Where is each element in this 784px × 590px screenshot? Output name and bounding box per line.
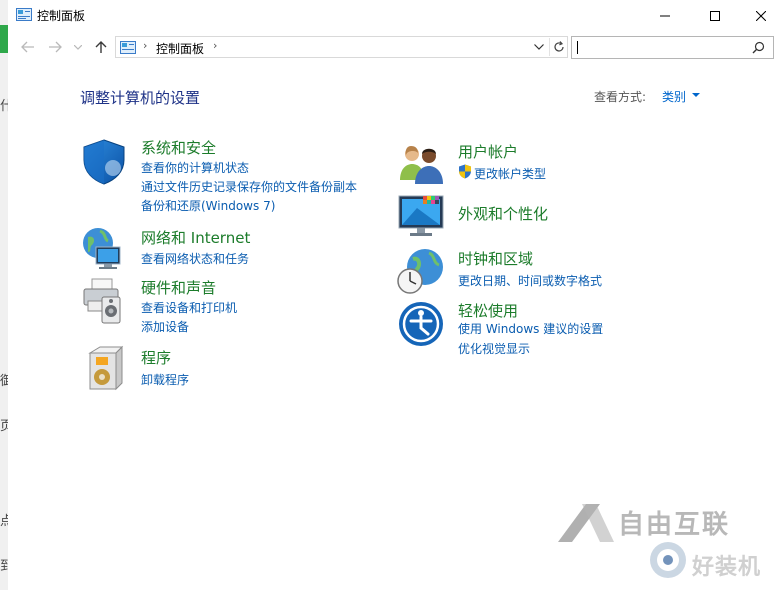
- background-window-edge: 什 御 页 点 到: [0, 0, 8, 590]
- recent-locations-button[interactable]: [72, 38, 84, 56]
- category-link[interactable]: 查看设备和打印机: [141, 299, 237, 316]
- category-title[interactable]: 网络和 Internet: [141, 227, 250, 248]
- network-globe-icon: [83, 228, 121, 269]
- title-bar[interactable]: 控制面板: [8, 0, 784, 31]
- maximize-icon: [710, 10, 720, 21]
- minimize-icon: [660, 15, 670, 16]
- background-window-glyph: 点: [0, 514, 8, 529]
- page-title: 调整计算机的设置: [80, 89, 201, 107]
- shield-icon: [83, 139, 125, 185]
- category-title[interactable]: 时钟和区域: [458, 248, 533, 269]
- close-icon: [756, 10, 766, 21]
- printer-speaker-icon: [83, 278, 121, 324]
- category-link[interactable]: 查看你的计算机状态: [141, 159, 249, 176]
- window-title: 控制面板: [37, 9, 86, 23]
- forward-arrow-icon: [49, 41, 62, 53]
- close-button[interactable]: [738, 0, 784, 31]
- back-button[interactable]: [19, 38, 37, 56]
- refresh-button[interactable]: [549, 38, 568, 56]
- background-window-glyph: 什: [0, 99, 8, 114]
- background-window-glyph: 页: [0, 419, 8, 434]
- text-caret: [577, 41, 578, 54]
- chevron-down-icon: [74, 44, 82, 50]
- breadcrumb-separator[interactable]: ›: [143, 39, 147, 52]
- category-title[interactable]: 程序: [141, 347, 171, 368]
- address-bar[interactable]: › 控制面板 ›: [115, 36, 568, 58]
- watermark-logo-icon: [650, 542, 686, 578]
- refresh-icon: [554, 41, 564, 52]
- background-window-glyph: 御: [0, 374, 8, 389]
- category-link[interactable]: 通过文件历史记录保存你的文件备份副本: [141, 178, 357, 195]
- minimize-button[interactable]: [642, 0, 688, 31]
- search-icon[interactable]: [752, 41, 765, 54]
- control-panel-app-icon: [16, 8, 32, 21]
- uac-shield-icon: [459, 164, 471, 179]
- category-link[interactable]: 更改日期、时间或数字格式: [458, 272, 602, 289]
- category-link[interactable]: 备份和还原(Windows 7): [141, 197, 275, 214]
- clock-globe-icon: [397, 249, 443, 294]
- up-arrow-icon: [95, 41, 107, 53]
- view-by-label: 查看方式:: [594, 90, 647, 104]
- category-title[interactable]: 系统和安全: [141, 137, 216, 158]
- category-link[interactable]: 卸载程序: [141, 371, 189, 388]
- control-panel-window: 控制面板 › 控制面板 › 调整计算机的设置 查看方式: 类别 系统和安全 查看…: [8, 0, 784, 590]
- category-title[interactable]: 外观和个性化: [458, 203, 548, 224]
- category-link[interactable]: 优化视觉显示: [458, 340, 530, 357]
- programs-icon: [88, 345, 124, 391]
- up-button[interactable]: [92, 38, 110, 56]
- watermark-text: 好装机: [692, 555, 762, 580]
- watermark-x-logo: [558, 504, 614, 542]
- category-link[interactable]: 添加设备: [141, 318, 189, 335]
- ease-of-access-icon: [399, 302, 443, 346]
- category-title[interactable]: 轻松使用: [458, 300, 518, 321]
- category-title[interactable]: 用户帐户: [458, 141, 518, 162]
- back-arrow-icon: [21, 41, 34, 53]
- category-link[interactable]: 使用 Windows 建议的设置: [458, 320, 603, 337]
- maximize-button[interactable]: [692, 0, 738, 31]
- breadcrumb-control-panel[interactable]: 控制面板: [156, 40, 204, 57]
- category-title[interactable]: 硬件和声音: [141, 277, 216, 298]
- chevron-down-icon: [534, 44, 544, 50]
- background-window-glyph: 到: [0, 559, 8, 574]
- monitor-palette-icon: [398, 195, 444, 236]
- view-by-dropdown-arrow-icon[interactable]: [692, 93, 700, 97]
- breadcrumb-separator[interactable]: ›: [213, 39, 217, 52]
- users-icon: [400, 146, 443, 184]
- background-window-green-tab: [0, 25, 8, 53]
- address-history-dropdown[interactable]: [531, 38, 547, 56]
- forward-button[interactable]: [46, 38, 64, 56]
- category-link[interactable]: 查看网络状态和任务: [141, 250, 249, 267]
- category-link[interactable]: 更改帐户类型: [474, 165, 546, 182]
- search-input[interactable]: [571, 36, 774, 59]
- watermark-text: 自由互联: [618, 510, 731, 540]
- control-panel-icon: [120, 41, 136, 54]
- view-by-dropdown[interactable]: 类别: [662, 88, 686, 105]
